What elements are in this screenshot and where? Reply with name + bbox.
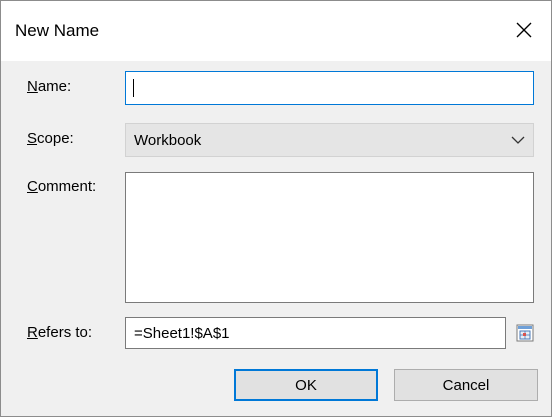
chevron-down-icon: [511, 136, 525, 144]
scope-dropdown[interactable]: Workbook: [125, 123, 534, 157]
comment-textarea[interactable]: [125, 172, 534, 303]
dialog-title: New Name: [15, 21, 100, 40]
refers-to-label: Refers to:: [27, 324, 93, 341]
title-bar: New Name: [1, 1, 551, 61]
name-input[interactable]: [125, 71, 534, 105]
name-label: Name:: [27, 78, 72, 95]
text-caret: [133, 79, 134, 97]
close-button[interactable]: [507, 13, 541, 47]
refers-to-input[interactable]: [125, 317, 506, 349]
scope-label: Scope:: [27, 130, 74, 147]
new-name-dialog: New Name Name: Scope: Workbook Comment: …: [0, 0, 552, 417]
ok-button[interactable]: OK: [234, 369, 378, 401]
comment-label: Comment:: [27, 178, 97, 195]
cancel-button[interactable]: Cancel: [394, 369, 538, 401]
range-select-icon: [516, 324, 534, 342]
scope-selected-value: Workbook: [134, 132, 202, 149]
close-icon: [516, 22, 532, 38]
range-select-button[interactable]: [513, 320, 537, 346]
